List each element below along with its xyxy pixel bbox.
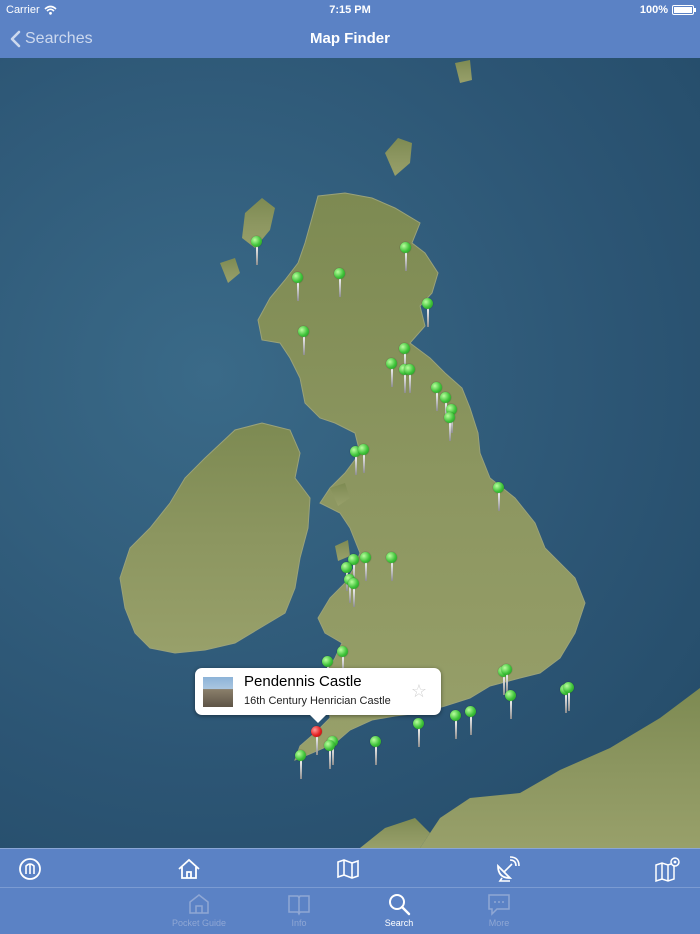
battery-percent: 100% [639,4,668,16]
battery-icon [672,5,696,15]
map-pin[interactable] [444,412,456,442]
map-callout[interactable]: Pendennis Castle 16th Century Henrician … [195,668,441,723]
map-settings-icon [655,857,680,882]
selected-map-pin[interactable] [311,726,323,756]
map-pin[interactable] [386,552,398,582]
map-pin[interactable] [413,718,425,748]
map-pin[interactable] [465,706,477,736]
satellite-dish-icon [497,856,520,882]
map-button[interactable] [334,855,362,883]
home-button[interactable] [175,855,203,883]
map-pin[interactable] [422,298,434,328]
guide-icon [19,858,41,880]
status-bar: Carrier 7:15 PM 100% [0,0,700,20]
satellite-button[interactable] [493,855,521,883]
castle-icon [189,894,209,914]
favorite-star-icon[interactable]: ☆ [411,681,427,702]
tab-search[interactable]: Search [364,890,434,934]
map-pin[interactable] [505,690,517,720]
book-icon [288,895,310,916]
map-pin[interactable] [358,444,370,474]
chat-bubble-icon [488,894,510,916]
search-icon [389,894,411,916]
tab-label: Info [291,918,307,928]
home-icon [178,858,200,879]
tab-bar: Pocket Guide Info Search More [0,887,700,934]
tab-label: Pocket Guide [171,918,227,928]
tab-info[interactable]: Info [264,890,334,934]
map-pin[interactable] [295,750,307,780]
map-pin[interactable] [251,236,263,266]
map-pin[interactable] [386,358,398,388]
map-pin[interactable] [334,268,346,298]
map-pin[interactable] [324,740,336,770]
clock: 7:15 PM [329,4,371,16]
map-pin[interactable] [370,736,382,766]
navigation-bar: Searches Map Finder [0,20,700,58]
map-view[interactable]: Pendennis Castle 16th Century Henrician … [0,58,700,848]
map-pin[interactable] [292,272,304,302]
tab-label: More [488,918,510,928]
map-pin[interactable] [298,326,310,356]
map-icon [337,859,359,879]
tab-label: Search [384,918,414,928]
map-pin[interactable] [404,364,416,394]
callout-title: Pendennis Castle [244,673,362,690]
map-pin[interactable] [360,552,372,582]
map-pin[interactable] [493,482,505,512]
castle-thumbnail [203,677,233,707]
tab-pocket-guide[interactable]: Pocket Guide [164,890,234,934]
status-right: 100% [639,4,696,16]
map-pin[interactable] [450,710,462,740]
map-pin[interactable] [563,682,575,712]
callout-subtitle: 16th Century Henrician Castle [244,695,391,707]
map-pin[interactable] [400,242,412,272]
tab-more[interactable]: More [464,890,534,934]
guide-button[interactable] [16,855,44,883]
map-pin[interactable] [348,578,360,608]
page-title: Map Finder [309,30,390,47]
map-toolbar [0,848,700,888]
map-settings-button[interactable] [654,855,682,883]
